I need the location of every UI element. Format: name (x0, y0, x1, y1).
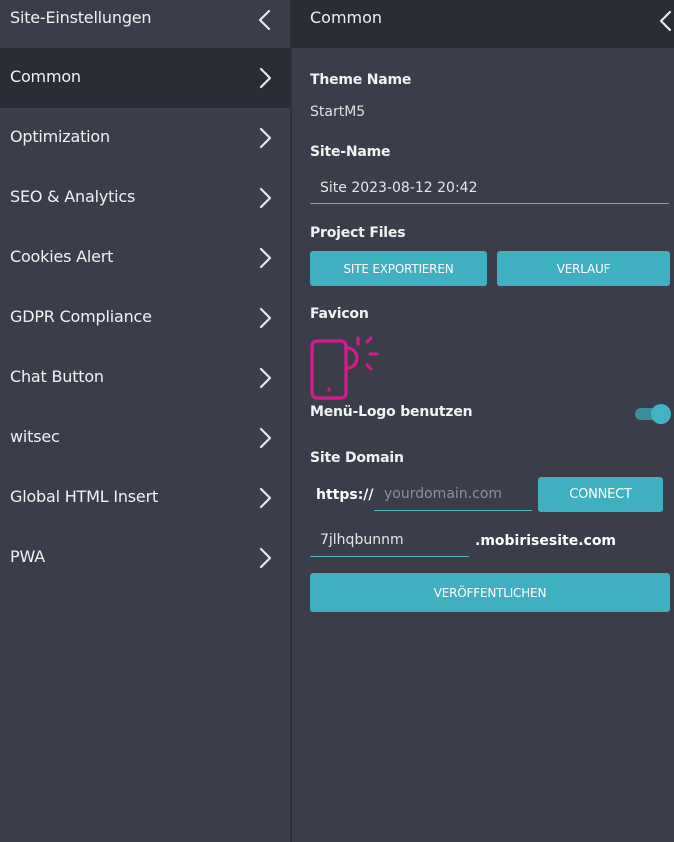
chevron-right-icon (259, 547, 272, 569)
menu-item-optimization[interactable]: Optimization (0, 108, 290, 168)
sidebar-header: Site-Einstellungen (0, 0, 290, 37)
sidebar-title: Site-Einstellungen (10, 8, 152, 27)
chevron-right-icon (259, 247, 272, 269)
subdomain-input[interactable] (310, 524, 469, 557)
chevron-left-icon[interactable] (257, 9, 271, 31)
menu-item-label: Chat Button (10, 367, 104, 386)
chevron-right-icon (259, 487, 272, 509)
toggle-knob (651, 404, 671, 424)
site-settings-window: Site-Einstellungen Common Optimization S… (0, 0, 674, 842)
menu-logo-toggle[interactable] (635, 404, 671, 424)
project-files-label: Project Files (310, 225, 406, 241)
export-site-button[interactable]: SITE EXPORTIEREN (310, 251, 487, 286)
site-name-label: Site-Name (310, 144, 391, 160)
site-domain-label: Site Domain (310, 450, 404, 466)
menu-item-label: Optimization (10, 127, 110, 146)
theme-name-value: StartM5 (310, 104, 366, 120)
history-button[interactable]: VERLAUF (497, 251, 670, 286)
common-settings-panel: Common Theme Name StartM5 Site-Name Proj… (292, 0, 674, 842)
site-name-input[interactable] (310, 172, 669, 204)
menu-item-label: SEO & Analytics (10, 187, 136, 206)
menu-item-label: PWA (10, 547, 45, 566)
panel-title: Common (310, 8, 383, 27)
menu-item-label: GDPR Compliance (10, 307, 152, 326)
menu-item-label: Common (10, 67, 81, 86)
menu-item-label: witsec (10, 427, 60, 446)
menu-item-global-html-insert[interactable]: Global HTML Insert (0, 468, 290, 528)
chevron-right-icon (259, 187, 272, 209)
favicon-phone-sun-icon[interactable] (310, 336, 380, 400)
menu-item-pwa[interactable]: PWA (0, 528, 290, 588)
chevron-right-icon (259, 307, 272, 329)
chevron-right-icon (259, 427, 272, 449)
menu-item-label: Cookies Alert (10, 247, 114, 266)
menu-item-gdpr-compliance[interactable]: GDPR Compliance (0, 288, 290, 348)
chevron-left-icon[interactable] (658, 10, 672, 32)
chevron-right-icon (259, 67, 272, 89)
panel-header: Common (292, 0, 674, 48)
protocol-text: https:// (316, 487, 374, 503)
chevron-right-icon (259, 127, 272, 149)
menu-item-label: Global HTML Insert (10, 487, 159, 506)
connect-button[interactable]: CONNECT (538, 477, 663, 512)
menu-item-seo-analytics[interactable]: SEO & Analytics (0, 168, 290, 228)
subdomain-suffix: .mobirisesite.com (475, 533, 617, 549)
domain-input[interactable] (374, 477, 532, 511)
publish-button[interactable]: VERÖFFENTLICHEN (310, 573, 670, 612)
menu-item-witsec[interactable]: witsec (0, 408, 290, 468)
favicon-label: Favicon (310, 306, 369, 322)
menu-item-common[interactable]: Common (0, 48, 290, 108)
site-settings-sidebar: Site-Einstellungen Common Optimization S… (0, 0, 290, 842)
theme-name-label: Theme Name (310, 72, 412, 88)
chevron-right-icon (259, 367, 272, 389)
menu-logo-label: Menü-Logo benutzen (310, 404, 473, 420)
menu-item-chat-button[interactable]: Chat Button (0, 348, 290, 408)
settings-menu: Common Optimization SEO & Analytics Cook… (0, 48, 290, 588)
menu-item-cookies-alert[interactable]: Cookies Alert (0, 228, 290, 288)
